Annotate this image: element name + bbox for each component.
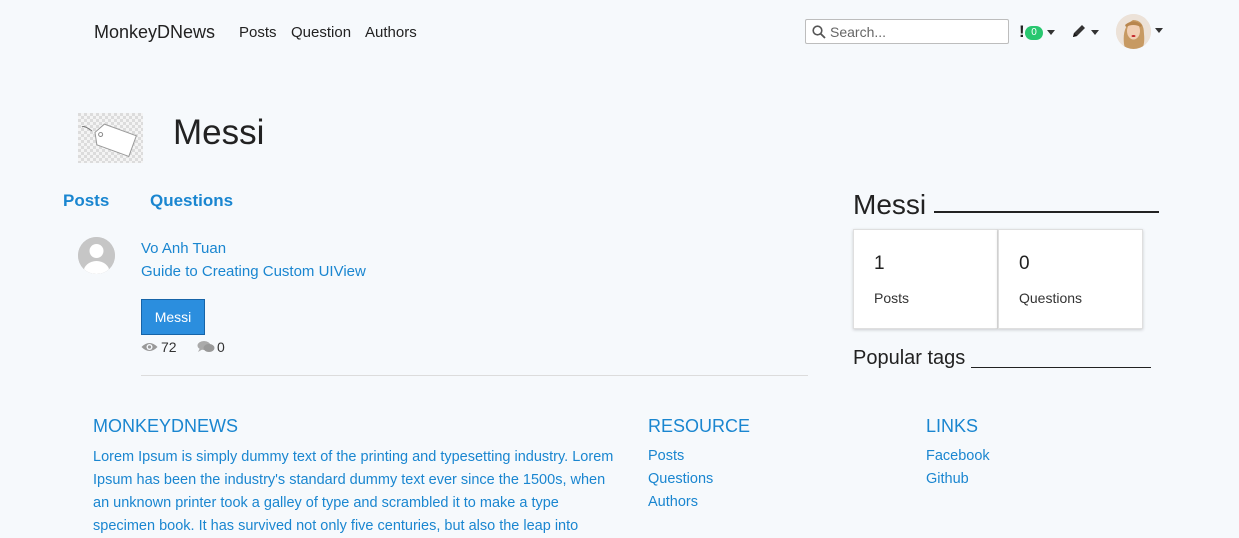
footer-link-questions[interactable]: Questions (648, 471, 713, 487)
chevron-down-icon[interactable] (1155, 28, 1163, 33)
post-view-count: 72 (161, 339, 177, 355)
post-author-link[interactable]: Vo Anh Tuan (141, 240, 226, 257)
stat-questions-value: 0 (1019, 253, 1030, 274)
comments-icon (197, 341, 215, 352)
notification-icon: ! (1019, 22, 1025, 41)
notification-badge: 0 (1025, 26, 1043, 40)
nav-posts[interactable]: Posts (239, 24, 277, 41)
footer-about-text: Lorem Ipsum is simply dummy text of the … (93, 449, 614, 534)
chevron-down-icon (1091, 30, 1099, 35)
stat-posts-value: 1 (874, 253, 885, 274)
post-comment-count: 0 (217, 339, 225, 355)
popular-tags-title: Popular tags (853, 347, 1152, 370)
search-icon (812, 25, 826, 39)
nav-authors[interactable]: Authors (365, 24, 417, 41)
eye-icon (141, 343, 158, 351)
write-menu-button[interactable] (1071, 23, 1101, 41)
footer-links-heading: LINKS (926, 416, 979, 436)
footer-link-facebook[interactable]: Facebook (926, 448, 990, 464)
author-avatar[interactable] (78, 237, 115, 274)
footer-resource-heading: RESOURCE (648, 416, 751, 436)
tab-posts[interactable]: Posts (63, 191, 109, 211)
stat-card-questions: 0 Questions (998, 229, 1143, 329)
tag-image (78, 113, 143, 163)
post-title-link[interactable]: Guide to Creating Custom UIView (141, 263, 366, 280)
tab-questions[interactable]: Questions (150, 191, 233, 211)
search-box[interactable] (805, 19, 1009, 44)
post-divider (141, 375, 808, 376)
nav-question[interactable]: Question (291, 24, 351, 41)
stat-card-posts: 1 Posts (853, 229, 998, 329)
footer-link-authors[interactable]: Authors (648, 494, 698, 510)
tag-title: Messi (173, 113, 265, 152)
footer-link-posts[interactable]: Posts (648, 448, 684, 464)
top-navbar: MonkeyDNews Posts Question Authors ! 0 (0, 0, 1239, 64)
search-input[interactable] (830, 22, 1005, 41)
chevron-down-icon (1047, 30, 1055, 35)
brand-logo[interactable]: MonkeyDNews (94, 22, 215, 43)
footer-about-heading: MONKEYDNEWS (93, 416, 239, 436)
pencil-icon (1073, 25, 1085, 37)
stat-questions-label: Questions (1019, 290, 1083, 306)
post-tag-button[interactable]: Messi (141, 299, 205, 335)
sidebar-title: Messi (853, 189, 1160, 221)
user-avatar[interactable] (1116, 14, 1151, 49)
stat-posts-label: Posts (874, 290, 910, 306)
footer-link-github[interactable]: Github (926, 471, 969, 487)
